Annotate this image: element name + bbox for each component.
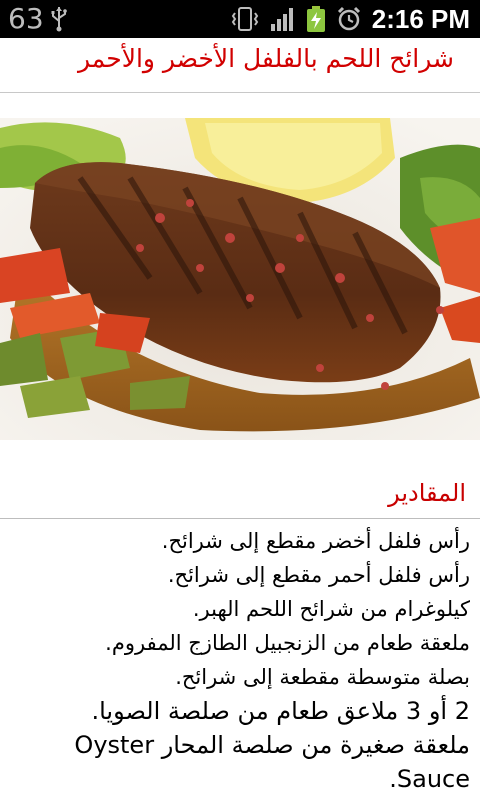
status-left: 63 [8,2,68,36]
ingredients-header: المقادير [0,470,480,519]
section-title: المقادير [388,479,466,507]
list-item: كيلوغرام من شرائح اللحم الهبر. [192,597,470,621]
battery-charging-icon [306,6,325,32]
clock: 2:16 PM [371,3,470,34]
status-bar: 63 2:16 PM [0,0,480,38]
notification-count: 63 [8,2,44,35]
list-item: 2 أو 3 ملاعق طعام من صلصة الصويا. [91,697,470,725]
list-item: رأس فلفل أحمر مقطع إلى شرائح. [167,563,470,587]
list-item: ملعقة صغيرة من صلصة المحار Oyster [74,731,470,759]
vibrate-icon [231,7,258,31]
usb-icon [51,7,67,32]
status-right: 2:16 PM [230,0,470,38]
list-item: بصلة متوسطة مقطعة إلى شرائح. [175,665,470,689]
signal-icon [270,8,293,31]
list-item: Sauce. [389,765,470,793]
steak-photo [0,118,480,440]
page-title: شرائح اللحم بالفلفل الأخضر والأحمر [78,44,454,73]
list-item: رأس فلفل أخضر مقطع إلى شرائح. [161,529,470,553]
list-item: ملعقة طعام من الزنجبيل الطازج المفروم. [105,631,470,655]
title-bar: شرائح اللحم بالفلفل الأخضر والأحمر [0,38,480,93]
alarm-icon [337,6,360,31]
ingredients-list: رأس فلفل أخضر مقطع إلى شرائح. رأس فلفل أ… [10,524,470,796]
